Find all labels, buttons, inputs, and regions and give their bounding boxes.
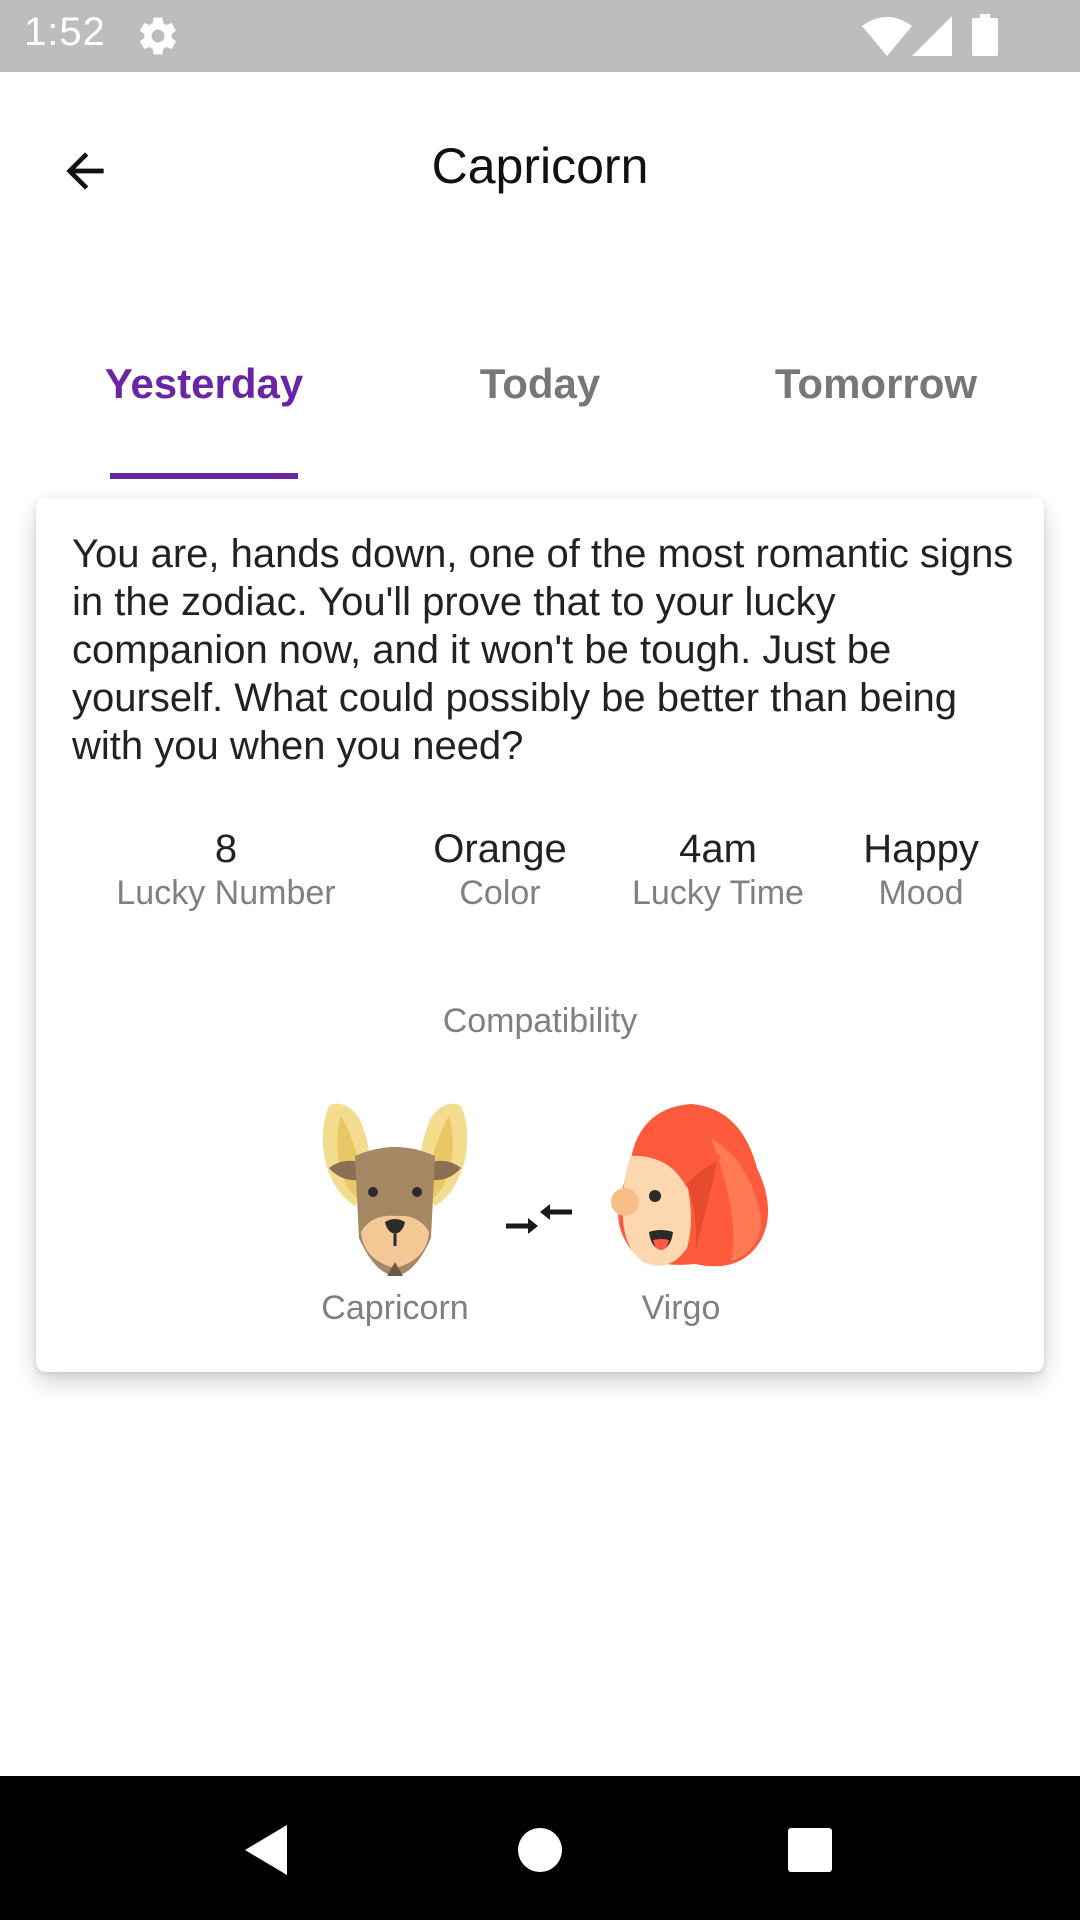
gear-icon [140, 17, 176, 55]
nav-back-button[interactable] [236, 1820, 296, 1880]
sign-b-label: Virgo [641, 1289, 721, 1327]
back-triangle-icon [245, 1825, 287, 1875]
tab-bar: Yesterday Today Tomorrow [0, 330, 1080, 480]
battery-icon [972, 14, 998, 56]
sign-capricorn: Capricorn [295, 1098, 495, 1328]
recents-square-icon [788, 1828, 832, 1872]
nav-home-button[interactable] [510, 1820, 570, 1880]
woman-face-icon [611, 1104, 769, 1267]
tab-yesterday[interactable]: Yesterday [24, 330, 384, 480]
stat-value: 4am [679, 827, 757, 871]
stat-value: Happy [863, 827, 979, 871]
stat-label: Lucky Time [632, 874, 804, 912]
tab-tomorrow[interactable]: Tomorrow [696, 330, 1056, 480]
horoscope-description: You are, hands down, one of the most rom… [72, 532, 1014, 768]
stat-value: 8 [214, 827, 238, 871]
stat-value: Orange [433, 827, 567, 871]
app-bar: Capricorn [0, 72, 1080, 268]
wifi-icon [862, 17, 912, 56]
lucky-stats: 8 Lucky Number Orange Color 4am Lucky Ti… [36, 826, 1044, 926]
status-time: 1:52 [24, 10, 106, 54]
active-tab-indicator [110, 473, 298, 479]
sign-virgo: Virgo [581, 1098, 781, 1328]
stat-lucky-number: 8 Lucky Number [96, 826, 356, 914]
stat-lucky-time: 4am Lucky Time [608, 826, 828, 914]
home-circle-icon [518, 1828, 562, 1872]
page-title: Capricorn [431, 138, 649, 194]
goat-icon [322, 1103, 468, 1276]
nav-recents-button[interactable] [780, 1820, 840, 1880]
horoscope-card: You are, hands down, one of the most rom… [36, 498, 1044, 1372]
compare-arrows-icon [506, 1204, 572, 1234]
status-bar: 1:52 [0, 0, 1080, 72]
system-nav-bar [0, 1776, 1080, 1920]
signal-icon [912, 16, 952, 56]
stat-label: Mood [878, 874, 964, 912]
tab-today[interactable]: Today [360, 330, 720, 480]
compatibility-title: Compatibility [442, 1002, 638, 1040]
stat-mood: Happy Mood [846, 826, 996, 914]
stat-label: Lucky Number [116, 874, 336, 912]
stat-label: Color [459, 874, 541, 912]
stat-color: Orange Color [400, 826, 600, 914]
sign-a-label: Capricorn [321, 1289, 469, 1327]
